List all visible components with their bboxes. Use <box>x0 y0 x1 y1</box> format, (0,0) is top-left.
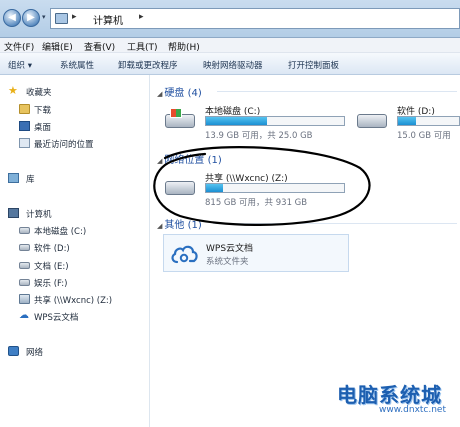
computer-icon <box>55 13 68 24</box>
group-network-locations[interactable]: ◢ 网络位置 (1) <box>157 151 222 166</box>
menu-view[interactable]: 查看(V) <box>84 40 115 53</box>
sidebar-item-computer[interactable]: 计算机 <box>0 207 150 221</box>
drive-free-space: 13.9 GB 可用，共 25.0 GB <box>205 131 313 141</box>
drive-free-space: 15.0 GB 可用 <box>397 131 451 141</box>
folder-icon <box>19 104 30 114</box>
collapse-icon[interactable]: ◢ <box>157 222 162 230</box>
sidebar-item-drive-e[interactable]: 文档 (E:) <box>0 259 150 273</box>
address-field[interactable]: ▸ 计算机 ▸ <box>50 8 460 29</box>
cloud-icon <box>171 245 198 264</box>
drive-free-space: 815 GB 可用，共 931 GB <box>205 198 308 208</box>
content-pane: ◢ 硬盘 (4) 本地磁盘 (C:) 13.9 GB 可用，共 25.0 GB 软… <box>151 75 460 427</box>
drive-icon <box>19 279 30 286</box>
drive-tile-z[interactable]: 共享 (\\Wxcnc) (Z:) 815 GB 可用，共 931 GB <box>165 171 347 211</box>
sidebar-item-label: 软件 (D:) <box>34 244 70 254</box>
address-bar-area: ◀ ▶ ▾ ▸ 计算机 ▸ <box>0 0 460 38</box>
drive-icon <box>19 244 30 251</box>
back-button[interactable]: ◀ <box>3 9 21 27</box>
navigation-pane: ★ 收藏夹 下载 桌面 最近访问的位置 库 计算机 本地磁盘 (C:) 软件 (… <box>0 75 150 427</box>
network-icon <box>8 346 19 356</box>
sidebar-item-wps-cloud[interactable]: ☁ WPS云文档 <box>0 310 150 324</box>
star-icon: ★ <box>8 84 18 97</box>
watermark-url: www.dnxtc.net <box>379 405 446 415</box>
drive-usage-bar <box>205 183 345 193</box>
sidebar-item-label: 下载 <box>34 106 52 116</box>
map-network-drive-button[interactable]: 映射网络驱动器 <box>203 59 263 71</box>
sidebar-item-network[interactable]: 网络 <box>0 345 150 359</box>
drive-usage-fill <box>206 117 267 125</box>
drive-usage-bar <box>397 116 460 126</box>
sidebar-item-downloads[interactable]: 下载 <box>0 103 150 117</box>
recent-pages-dropdown[interactable]: ▾ <box>42 13 46 21</box>
sidebar-item-label: 共享 (\\Wxcnc) (Z:) <box>34 296 113 306</box>
sidebar-item-drive-z[interactable]: 共享 (\\Wxcnc) (Z:) <box>0 293 150 307</box>
drive-icon <box>165 108 195 130</box>
sidebar-item-desktop[interactable]: 桌面 <box>0 120 150 134</box>
command-bar: 组织 ▾ 系统属性 卸载或更改程序 映射网络驱动器 打开控制面板 <box>0 53 460 75</box>
sidebar-item-label: 网络 <box>26 348 44 358</box>
sidebar-item-label: 计算机 <box>26 210 52 220</box>
forward-button[interactable]: ▶ <box>22 9 40 27</box>
wps-name: WPS云文档 <box>206 244 254 254</box>
drive-tile-d[interactable]: 软件 (D:) 15.0 GB 可用 <box>357 104 460 144</box>
group-divider <box>213 223 457 224</box>
sidebar-item-drive-d[interactable]: 软件 (D:) <box>0 241 150 255</box>
network-drive-icon <box>165 175 195 197</box>
wps-subtitle: 系统文件夹 <box>206 257 249 267</box>
desktop-icon <box>19 121 30 131</box>
library-icon <box>8 173 19 183</box>
collapse-icon[interactable]: ◢ <box>157 90 162 98</box>
drive-tile-c[interactable]: 本地磁盘 (C:) 13.9 GB 可用，共 25.0 GB <box>165 104 347 144</box>
sidebar-item-label: 本地磁盘 (C:) <box>34 227 87 237</box>
collapse-icon[interactable]: ◢ <box>157 157 162 165</box>
sidebar-item-label: 文档 (E:) <box>34 262 69 272</box>
sidebar-item-label: 库 <box>26 175 35 185</box>
sidebar-item-label: 娱乐 (F:) <box>34 279 68 289</box>
drive-usage-bar <box>205 116 345 126</box>
drive-icon <box>357 108 387 130</box>
drive-icon <box>19 262 30 269</box>
drive-icon <box>19 227 30 234</box>
wps-cloud-docs-tile[interactable]: WPS云文档 系统文件夹 <box>163 234 349 272</box>
recent-places-icon <box>19 138 30 148</box>
computer-icon <box>8 208 19 218</box>
network-drive-icon <box>19 294 30 304</box>
sidebar-item-recent[interactable]: 最近访问的位置 <box>0 137 150 151</box>
menu-help[interactable]: 帮助(H) <box>168 40 200 53</box>
group-divider <box>217 91 457 92</box>
cloud-icon: ☁ <box>19 310 29 321</box>
windows-logo-icon <box>170 108 182 118</box>
drive-usage-fill <box>398 117 417 125</box>
sidebar-item-label: 收藏夹 <box>26 88 52 98</box>
sidebar-favorites[interactable]: ★ 收藏夹 <box>0 85 150 99</box>
drive-usage-fill <box>206 184 223 192</box>
menu-file[interactable]: 文件(F) <box>4 40 34 53</box>
group-hard-disks[interactable]: ◢ 硬盘 (4) <box>157 84 202 99</box>
menu-tools[interactable]: 工具(T) <box>127 40 158 53</box>
sidebar-item-drive-f[interactable]: 娱乐 (F:) <box>0 276 150 290</box>
address-location[interactable]: 计算机 <box>93 12 123 27</box>
sidebar-item-drive-c[interactable]: 本地磁盘 (C:) <box>0 224 150 238</box>
group-other[interactable]: ◢ 其他 (1) <box>157 216 202 231</box>
sidebar-item-label: WPS云文档 <box>34 313 79 323</box>
sidebar-item-label: 桌面 <box>34 123 52 133</box>
watermark-title: 电脑系统城 <box>337 383 442 407</box>
watermark-logo: 电脑系统城 www.dnxtc.net <box>310 377 450 421</box>
menu-edit[interactable]: 编辑(E) <box>42 40 73 53</box>
sidebar-item-label: 最近访问的位置 <box>34 140 94 150</box>
sidebar-item-libraries[interactable]: 库 <box>0 172 150 186</box>
menu-bar: 文件(F) 编辑(E) 查看(V) 工具(T) 帮助(H) <box>0 38 460 53</box>
chevron-right-icon[interactable]: ▸ <box>139 12 144 22</box>
system-properties-button[interactable]: 系统属性 <box>60 59 94 71</box>
open-control-panel-button[interactable]: 打开控制面板 <box>288 59 339 71</box>
chevron-right-icon[interactable]: ▸ <box>72 12 77 22</box>
uninstall-program-button[interactable]: 卸载或更改程序 <box>118 59 178 71</box>
organize-button[interactable]: 组织 ▾ <box>8 59 32 71</box>
